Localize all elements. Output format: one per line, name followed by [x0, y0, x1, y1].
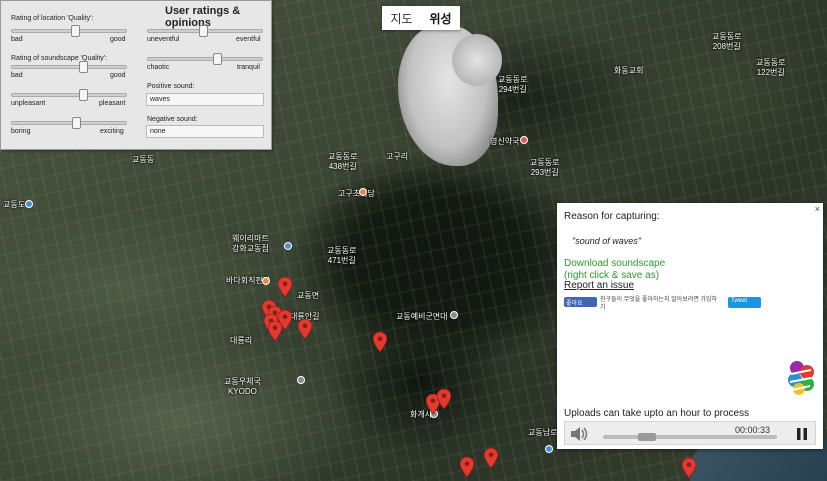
slider-low-label: uneventful: [147, 36, 180, 43]
slider-high-label: good: [110, 72, 126, 79]
map-cloud: [452, 34, 502, 86]
pleasantness-slider[interactable]: [11, 89, 127, 101]
map-label: 교동면: [297, 291, 320, 300]
satellite-view-button[interactable]: 위성: [421, 6, 460, 30]
audio-time: 00:00:33: [735, 425, 771, 435]
tweet-button[interactable]: Tweet: [728, 297, 761, 308]
map-pin-icon[interactable]: [460, 457, 474, 477]
map-label: 교동동로 438번길: [328, 152, 358, 171]
map-label: 교동동로 293번길: [530, 158, 560, 177]
map-label: 고구초식당: [338, 189, 375, 198]
location-quality-label: Rating of location 'Quality':: [11, 15, 94, 22]
slider-thumb[interactable]: [212, 53, 222, 65]
map-pin-icon[interactable]: [373, 332, 387, 352]
slider-low-label: bad: [11, 72, 23, 79]
map-type-toggle: 지도 위성: [382, 6, 460, 30]
facebook-like-button[interactable]: 좋아요: [564, 297, 597, 307]
slider-thumb[interactable]: [198, 25, 208, 37]
map-pin-icon[interactable]: [484, 448, 498, 468]
soundscape-quality-slider[interactable]: [11, 61, 127, 73]
slider-high-label: good: [110, 36, 126, 43]
map-label: 교동예비군면대: [396, 312, 448, 321]
slider-high-label: eventful: [236, 36, 261, 43]
soundscape-info-popup: × Reason for capturing: "sound of waves"…: [557, 203, 823, 449]
post-office-poi-icon[interactable]: [297, 376, 305, 384]
speaker-icon[interactable]: [569, 425, 591, 443]
download-soundscape-link[interactable]: Download soundscape (right click & save …: [564, 258, 665, 282]
map-label: 대룡리: [230, 336, 253, 345]
map-label: 화동교회: [614, 66, 644, 75]
shop-poi-icon[interactable]: [284, 242, 292, 250]
slider-thumb[interactable]: [78, 61, 88, 73]
pharmacy-poi-icon[interactable]: [520, 136, 528, 144]
map-label: 교동도: [3, 200, 26, 209]
download-link-text[interactable]: Download soundscape: [564, 258, 665, 270]
poi-icon[interactable]: [450, 311, 458, 319]
slider-low-label: boring: [11, 128, 31, 135]
slider-high-label: pleasant: [99, 100, 126, 107]
map-pin-icon[interactable]: [682, 458, 696, 478]
map-pin-icon[interactable]: [278, 277, 292, 297]
map-label: 고구리: [386, 152, 409, 161]
map-pin-icon[interactable]: [437, 389, 451, 409]
slider-thumb[interactable]: [78, 89, 88, 101]
audio-progress-bar[interactable]: [603, 433, 777, 441]
location-quality-slider[interactable]: [11, 25, 127, 37]
map-label: 교동남로: [528, 428, 558, 437]
map-label: 교동우체국 KYODO: [224, 377, 261, 396]
negative-sound-label: Negative sound:: [147, 116, 198, 123]
reason-text: "sound of waves": [572, 236, 641, 246]
ratings-panel: User ratings & opinions Rating of locati…: [0, 0, 272, 150]
slider-thumb[interactable]: [70, 25, 80, 37]
map-label: 교동동로 471번길: [327, 246, 357, 265]
poi-icon[interactable]: [25, 200, 33, 208]
slider-low-label: bad: [11, 36, 23, 43]
audio-player: 00:00:33: [564, 421, 816, 445]
map-label: 영신약국: [490, 137, 520, 146]
slider-low-label: chaotic: [147, 64, 170, 71]
restaurant-poi-icon[interactable]: [262, 277, 270, 285]
close-icon[interactable]: ×: [815, 204, 820, 214]
pause-icon[interactable]: [793, 425, 811, 443]
map-label: 교동동: [132, 155, 155, 164]
map-label: 교동동로 294번길: [498, 75, 528, 94]
map-view-button[interactable]: 지도: [382, 6, 421, 30]
eventfulness-slider[interactable]: [147, 25, 263, 37]
negative-sound-field[interactable]: none: [146, 125, 264, 138]
slider-high-label: exciting: [100, 128, 124, 135]
restaurant-poi-icon[interactable]: [359, 188, 367, 196]
slider-low-label: unpleasant: [11, 100, 46, 107]
positive-sound-label: Positive sound:: [147, 83, 195, 90]
facebook-signup-text: 친구들이 무엇을 좋아하는지 알아보려면 가입하기: [600, 297, 718, 311]
upload-note: Uploads can take upto an hour to process: [564, 408, 750, 419]
slider-thumb[interactable]: [71, 117, 81, 129]
positive-sound-field[interactable]: waves: [146, 93, 264, 106]
map-pin-icon[interactable]: [298, 319, 312, 339]
map-label: 교동동로 208번길: [712, 32, 742, 51]
audio-progress-handle[interactable]: [637, 433, 656, 441]
tweet-label: Tweet: [731, 298, 748, 304]
slider-high-label: tranquil: [237, 64, 260, 71]
excitement-slider[interactable]: [11, 117, 127, 129]
report-issue-link[interactable]: Report an issue: [564, 280, 634, 291]
facebook-like-label: 좋아요: [566, 301, 583, 307]
calmness-slider[interactable]: [147, 53, 263, 65]
poi-icon[interactable]: [545, 445, 553, 453]
map-label: 웨이리마트 강화교동점: [232, 234, 269, 253]
reason-title: Reason for capturing:: [564, 211, 660, 222]
app-logo-icon: [788, 361, 814, 395]
map-pin-icon[interactable]: [268, 321, 282, 341]
map-label: 교동동로 122번길: [756, 58, 786, 77]
soundscape-quality-label: Rating of soundscape 'Quality':: [11, 55, 108, 62]
